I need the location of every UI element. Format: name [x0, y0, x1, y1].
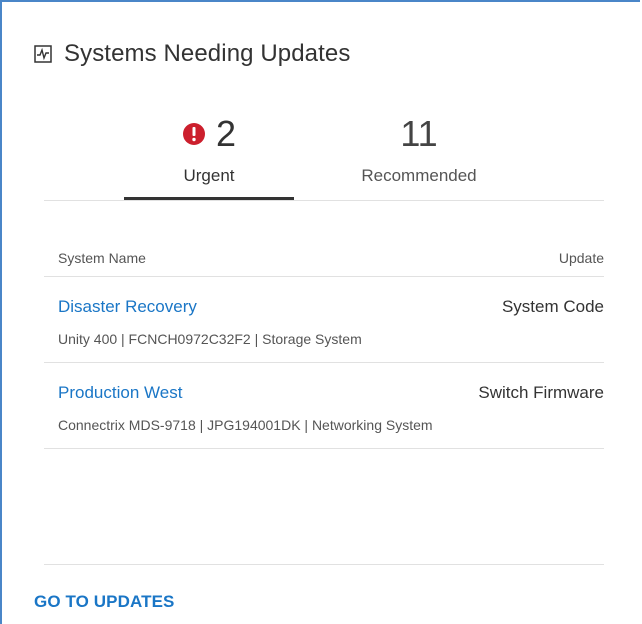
urgent-count-row: 2	[124, 112, 294, 156]
divider	[44, 564, 604, 565]
systems-updates-card: Systems Needing Updates 2 Urgent 11 Reco…	[0, 0, 640, 624]
go-to-updates-link[interactable]: GO TO UPDATES	[34, 592, 174, 612]
tab-urgent[interactable]: 2 Urgent	[124, 112, 294, 200]
system-name-link[interactable]: Disaster Recovery	[58, 297, 197, 317]
system-update-type: Switch Firmware	[478, 383, 604, 402]
card-header: Systems Needing Updates	[34, 40, 350, 68]
urgent-count: 2	[215, 113, 237, 154]
tab-recommended[interactable]: 11 Recommended	[334, 112, 504, 200]
column-header-update: Update	[558, 250, 604, 266]
table-header: System Name Update	[44, 232, 604, 277]
system-update-type: System Code	[501, 297, 604, 316]
system-details: Unity 400 | FCNCH0972C32F2 | Storage Sys…	[58, 331, 362, 347]
urgent-label: Urgent	[183, 166, 235, 185]
update-tabs: 2 Urgent 11 Recommended	[124, 112, 504, 202]
recommended-count: 11	[400, 113, 438, 154]
table-row: Production West Switch Firmware Connectr…	[44, 363, 604, 449]
activity-chart-icon	[34, 45, 52, 63]
systems-table: System Name Update Disaster Recovery Sys…	[44, 232, 604, 449]
divider	[44, 200, 604, 201]
recommended-label: Recommended	[361, 166, 477, 185]
table-row: Disaster Recovery System Code Unity 400 …	[44, 277, 604, 363]
recommended-count-row: 11	[334, 112, 504, 156]
alert-circle-icon	[182, 122, 206, 146]
column-header-system-name: System Name	[58, 250, 146, 266]
card-title: Systems Needing Updates	[64, 40, 351, 67]
system-name-link[interactable]: Production West	[58, 383, 182, 403]
system-details: Connectrix MDS-9718 | JPG194001DK | Netw…	[58, 417, 433, 433]
